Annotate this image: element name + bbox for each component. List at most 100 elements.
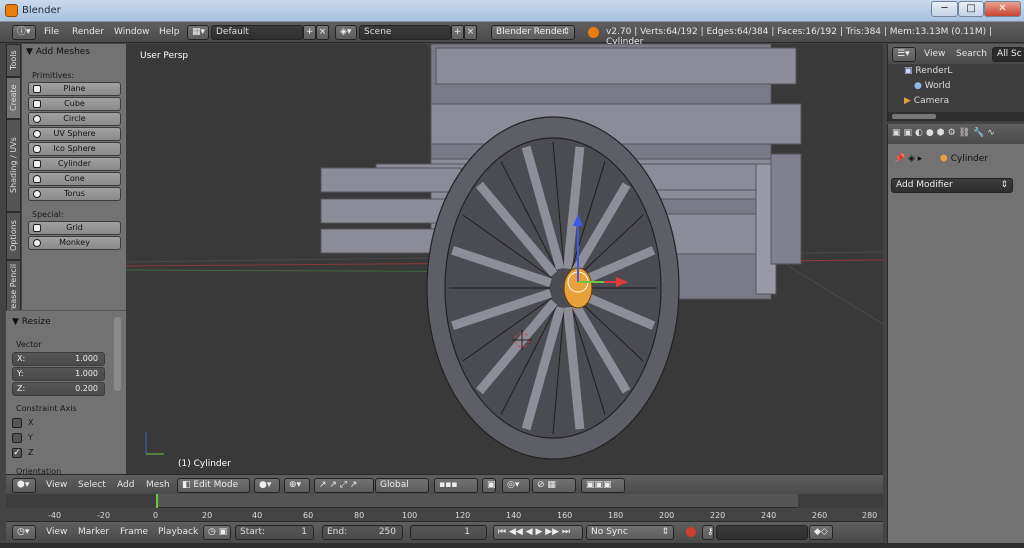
menu-window[interactable]: Window	[114, 27, 150, 37]
timeline-ruler[interactable]: -40 -20 0 20 40 60 80 100 120 140 160 18…	[6, 508, 883, 521]
button-label: Ico Sphere	[53, 144, 96, 153]
snap-buttons[interactable]: ⊘ ▦	[532, 478, 576, 493]
viewport-menu-add[interactable]: Add	[117, 480, 134, 490]
tab-create[interactable]: Create	[6, 77, 21, 119]
occlude-geometry-toggle[interactable]: ▣	[482, 478, 496, 493]
add-modifier-select[interactable]: Add Modifier ⇕	[891, 178, 1013, 193]
timeline-strip[interactable]	[6, 494, 883, 521]
manipulator-icon: ↗ ↗ ⤢ ↗	[319, 480, 358, 490]
outliner-editor-type-menu[interactable]: ☰▾	[892, 47, 916, 62]
timeline-menu-frame[interactable]: Frame	[120, 527, 148, 537]
current-frame-field[interactable]: 1	[410, 525, 487, 540]
shading-select[interactable]: ●▾	[254, 478, 280, 493]
sync-mode-select[interactable]: No Sync ⇕	[586, 525, 674, 540]
field-value: 1	[301, 527, 307, 537]
timeline-menu-playback[interactable]: Playback	[158, 527, 198, 537]
viewport-menu-mesh[interactable]: Mesh	[146, 480, 170, 490]
editor-type-menu[interactable]: ⬢▾	[12, 478, 36, 493]
preview-range-toggle[interactable]: ◷ ▣	[203, 525, 231, 540]
minimize-button[interactable]: ─	[931, 1, 958, 17]
constraint-z-checkbox[interactable]: ✓	[12, 448, 22, 458]
tab-shading-uvs[interactable]: Shading / UVs	[6, 119, 21, 212]
outliner-horizontal-scroll[interactable]	[888, 112, 1024, 121]
constraint-y-checkbox[interactable]	[12, 433, 22, 443]
outliner-item-world[interactable]: ● World	[914, 81, 951, 91]
screen-layout-menu[interactable]: ▦▾	[187, 25, 209, 40]
tab-options[interactable]: Options	[6, 212, 21, 260]
add-plane-button[interactable]: Plane	[28, 82, 121, 96]
disclosure-triangle-icon: ▼	[26, 47, 36, 57]
keying-set-field[interactable]	[716, 525, 808, 540]
add-cube-button[interactable]: Cube	[28, 97, 121, 111]
chevron-updown-icon: ⇕	[661, 527, 669, 537]
3d-viewport[interactable]: User Persp (1) Cylinder	[126, 44, 883, 474]
vector-y-field[interactable]: Y: 1.000	[12, 367, 105, 381]
outliner-item-camera[interactable]: ▶ Camera	[904, 96, 949, 106]
add-scene-button[interactable]: +	[451, 25, 464, 40]
editor-type-info-menu[interactable]: ⓘ▾	[12, 25, 36, 40]
constraint-x-checkbox[interactable]	[12, 418, 22, 428]
pin-icon[interactable]: 📌	[894, 154, 905, 164]
outliner-item-renderlayers[interactable]: ▣ RenderL	[904, 66, 952, 76]
transform-orientation-select[interactable]: Global	[375, 478, 429, 493]
record-icon[interactable]	[686, 527, 696, 537]
sync-label: No Sync	[591, 527, 628, 537]
render-engine-select[interactable]: Blender Render ⇕	[491, 25, 575, 40]
menu-render[interactable]: Render	[72, 27, 104, 37]
maximize-button[interactable]: □	[958, 1, 984, 17]
disclosure-triangle-icon: ▼	[12, 317, 22, 327]
vector-z-field[interactable]: Z: 0.200	[12, 382, 105, 396]
end-frame-field[interactable]: End: 250	[322, 525, 403, 540]
add-ico-sphere-button[interactable]: Ico Sphere	[28, 142, 121, 156]
field-value: 1.000	[75, 354, 98, 363]
pivot-select[interactable]: ⊕▾	[284, 478, 310, 493]
menu-file[interactable]: File	[44, 27, 59, 37]
start-frame-field[interactable]: Start: 1	[235, 525, 314, 540]
button-label: Grid	[66, 223, 83, 232]
add-layout-button[interactable]: +	[303, 25, 316, 40]
add-torus-button[interactable]: Torus	[28, 187, 121, 201]
add-cone-button[interactable]: Cone	[28, 172, 121, 186]
scene-field[interactable]: Scene	[359, 25, 451, 40]
properties-tabs[interactable]: ▣▣◐●⬢⚙⛓🔧∿	[888, 124, 1024, 144]
timeline-menu-view[interactable]: View	[46, 527, 67, 537]
menu-help[interactable]: Help	[159, 27, 180, 37]
resize-operator-panel: ▼ Resize Vector X: 1.000 Y: 1.000 Z: 0.200 …	[6, 310, 126, 476]
resize-panel-header[interactable]: ▼ Resize	[12, 317, 51, 327]
playback-controls[interactable]: ⏮ ◀◀ ◀ ▶ ▶▶ ⏭	[493, 525, 583, 540]
layer-buttons[interactable]: ▪▪▪	[434, 478, 478, 493]
add-circle-button[interactable]: Circle	[28, 112, 121, 126]
timeline-editor-type-menu[interactable]: ◷▾	[12, 525, 36, 540]
panel-scrollbar[interactable]	[114, 317, 121, 391]
viewport-menu-view[interactable]: View	[46, 480, 67, 490]
mode-select[interactable]: ◧ Edit Mode	[177, 478, 250, 493]
tab-tools[interactable]: Tools	[6, 44, 21, 77]
add-cylinder-button[interactable]: Cylinder	[28, 157, 121, 171]
add-uv-sphere-button[interactable]: UV Sphere	[28, 127, 121, 141]
key-icon: ⚷	[707, 527, 714, 537]
render-preview-buttons[interactable]: ▣▣▣	[581, 478, 625, 493]
outliner-filter-select[interactable]: All Sc	[992, 47, 1024, 62]
timeline[interactable]: -40 -20 0 20 40 60 80 100 120 140 160 18…	[6, 494, 883, 521]
remove-scene-button[interactable]: ×	[464, 25, 477, 40]
info-icon: ⓘ▾	[17, 27, 31, 37]
insert-keyframe-buttons[interactable]: ◆◇	[809, 525, 833, 540]
wagon-wheel	[426, 116, 680, 460]
proportional-edit-select[interactable]: ◎▾	[502, 478, 530, 493]
viewport-header: ⬢▾ View Select Add Mesh ◧ Edit Mode ●▾ ⊕…	[6, 474, 883, 494]
add-grid-button[interactable]: Grid	[28, 221, 121, 235]
add-monkey-button[interactable]: Monkey	[28, 236, 121, 250]
remove-layout-button[interactable]: ×	[316, 25, 329, 40]
keying-set-icon[interactable]: ⚷	[702, 525, 714, 540]
vector-x-field[interactable]: X: 1.000	[12, 352, 105, 366]
close-button[interactable]: ✕	[984, 1, 1021, 17]
list-icon: ☰▾	[897, 49, 910, 59]
manipulator-buttons[interactable]: ↗ ↗ ⤢ ↗	[314, 478, 374, 493]
screen-layout-field[interactable]: Default	[211, 25, 303, 40]
timeline-menu-marker[interactable]: Marker	[78, 527, 109, 537]
outliner-menu-search[interactable]: Search	[956, 49, 987, 59]
viewport-menu-select[interactable]: Select	[78, 480, 106, 490]
scene-menu[interactable]: ◈▾	[335, 25, 357, 40]
panel-header[interactable]: ▼ Add Meshes	[26, 47, 90, 57]
outliner-menu-view[interactable]: View	[924, 49, 945, 59]
